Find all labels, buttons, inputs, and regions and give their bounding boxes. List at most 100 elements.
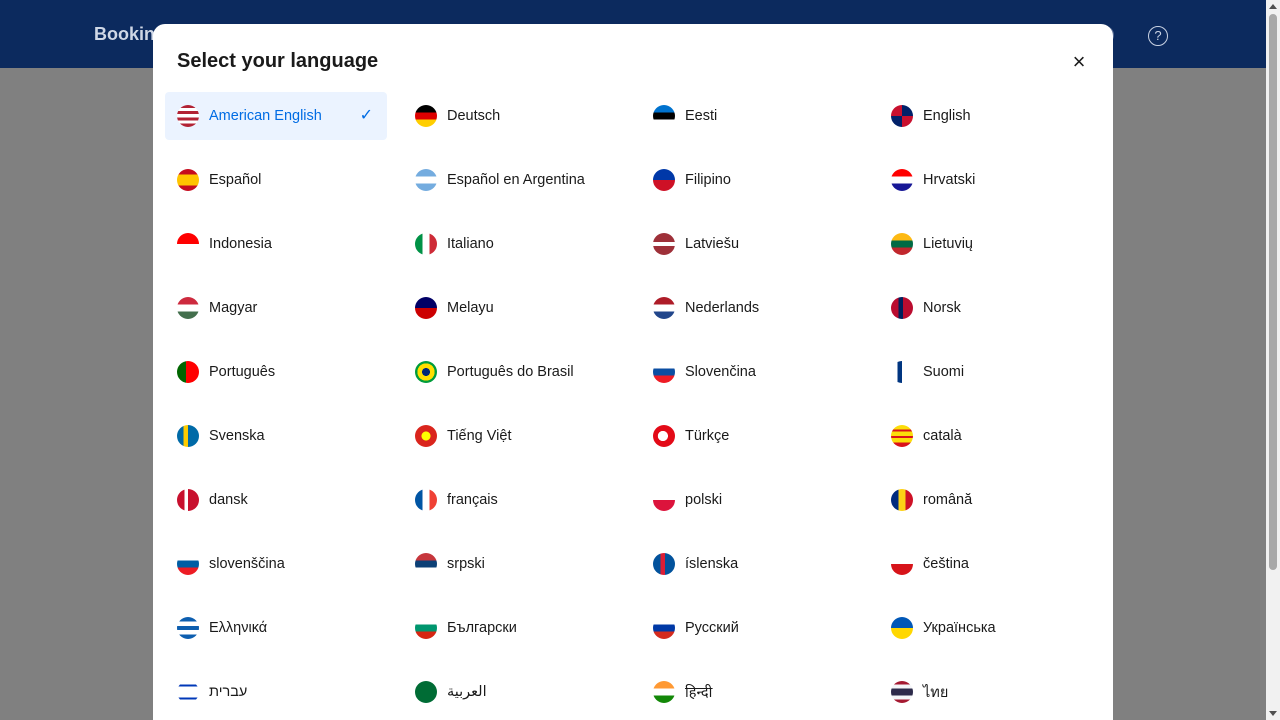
language-option[interactable]: Ελληνικά <box>165 604 387 652</box>
language-label: Suomi <box>923 364 965 380</box>
language-label: ไทย <box>923 684 949 701</box>
language-option[interactable]: íslenska <box>641 540 863 588</box>
flag-icon <box>415 617 437 639</box>
flag-icon <box>891 297 913 319</box>
language-option[interactable]: Deutsch <box>403 92 625 140</box>
language-label: polski <box>685 492 723 508</box>
flag-icon <box>891 105 913 127</box>
language-option[interactable]: Suomi <box>879 348 1101 396</box>
scroll-up-arrow-icon[interactable] <box>1269 4 1277 9</box>
language-selection-dialog: Select your language × American English ✓… <box>153 24 1113 720</box>
language-option[interactable]: Italiano <box>403 220 625 268</box>
language-option[interactable]: Tiếng Việt <box>403 412 625 460</box>
flag-icon <box>653 297 675 319</box>
scrollbar[interactable] <box>1266 0 1280 720</box>
language-option[interactable]: Hrvatski <box>879 156 1101 204</box>
language-label: Български <box>447 620 517 636</box>
flag-icon <box>177 681 199 703</box>
flag-icon <box>415 489 437 511</box>
language-option[interactable]: Español <box>165 156 387 204</box>
language-option[interactable]: English <box>879 92 1101 140</box>
checkmark-icon: ✓ <box>359 107 373 124</box>
language-option[interactable]: العربية <box>403 668 625 716</box>
language-label: עברית <box>209 684 248 700</box>
flag-icon <box>891 169 913 191</box>
flag-icon <box>177 361 199 383</box>
language-label: čeština <box>923 556 969 572</box>
language-option[interactable]: עברית <box>165 668 387 716</box>
language-option[interactable]: slovenščina <box>165 540 387 588</box>
language-label: íslenska <box>685 556 739 572</box>
language-option[interactable]: Español en Argentina <box>403 156 625 204</box>
flag-icon <box>177 233 199 255</box>
scrollbar-thumb[interactable] <box>1269 14 1277 570</box>
language-option[interactable]: română <box>879 476 1101 524</box>
language-label: Svenska <box>209 428 265 444</box>
language-label: Tiếng Việt <box>447 428 512 444</box>
language-label: Nederlands <box>685 300 760 316</box>
flag-icon <box>653 553 675 575</box>
language-option[interactable]: Svenska <box>165 412 387 460</box>
flag-icon <box>177 553 199 575</box>
language-label: Italiano <box>447 236 494 252</box>
language-option[interactable]: Português do Brasil <box>403 348 625 396</box>
language-option[interactable]: American English ✓ <box>165 92 387 140</box>
flag-icon <box>177 617 199 639</box>
language-label: Norsk <box>923 300 961 316</box>
flag-icon <box>653 681 675 703</box>
language-label: American English <box>209 108 322 124</box>
language-label: English <box>923 108 971 124</box>
flag-icon <box>177 169 199 191</box>
flag-icon <box>415 169 437 191</box>
language-option[interactable]: français <box>403 476 625 524</box>
flag-icon <box>415 297 437 319</box>
flag-icon <box>653 425 675 447</box>
flag-icon <box>891 233 913 255</box>
language-label: Indonesia <box>209 236 272 252</box>
language-option[interactable]: Nederlands <box>641 284 863 332</box>
language-option[interactable]: srpski <box>403 540 625 588</box>
flag-icon <box>415 681 437 703</box>
language-option[interactable]: Português <box>165 348 387 396</box>
language-label: slovenščina <box>209 556 285 572</box>
language-label: हिन्दी <box>685 685 713 701</box>
language-option[interactable]: ไทย <box>879 668 1101 716</box>
flag-icon <box>891 617 913 639</box>
language-label: Deutsch <box>447 108 501 124</box>
language-option[interactable]: Filipino <box>641 156 863 204</box>
language-grid: American English ✓ Deutsch Eesti English Espa… <box>165 92 1101 716</box>
language-option[interactable]: Melayu <box>403 284 625 332</box>
language-option[interactable]: Lietuvių <box>879 220 1101 268</box>
flag-icon <box>653 233 675 255</box>
scroll-down-arrow-icon[interactable] <box>1269 711 1277 716</box>
language-option[interactable]: Indonesia <box>165 220 387 268</box>
language-option[interactable]: Latviešu <box>641 220 863 268</box>
flag-icon <box>177 105 199 127</box>
flag-icon <box>653 617 675 639</box>
language-option[interactable]: polski <box>641 476 863 524</box>
language-label: Español <box>209 172 262 188</box>
flag-icon <box>415 361 437 383</box>
language-option[interactable]: Türkçe <box>641 412 863 460</box>
flag-icon <box>415 233 437 255</box>
language-option[interactable]: Magyar <box>165 284 387 332</box>
language-option[interactable]: Slovenčina <box>641 348 863 396</box>
language-label: Latviešu <box>685 236 740 252</box>
flag-icon <box>177 297 199 319</box>
flag-icon <box>891 425 913 447</box>
close-icon[interactable]: × <box>1067 50 1091 74</box>
language-option[interactable]: dansk <box>165 476 387 524</box>
flag-icon <box>891 681 913 703</box>
language-option[interactable]: Български <box>403 604 625 652</box>
language-label: srpski <box>447 556 485 572</box>
language-option[interactable]: Українська <box>879 604 1101 652</box>
language-label: Ελληνικά <box>209 620 268 636</box>
language-option[interactable]: čeština <box>879 540 1101 588</box>
language-option[interactable]: català <box>879 412 1101 460</box>
language-option[interactable]: हिन्दी <box>641 668 863 716</box>
language-option[interactable]: Norsk <box>879 284 1101 332</box>
language-option[interactable]: Русский <box>641 604 863 652</box>
language-label: Русский <box>685 620 739 636</box>
help-icon[interactable]: ? <box>1148 26 1168 46</box>
language-option[interactable]: Eesti <box>641 92 863 140</box>
